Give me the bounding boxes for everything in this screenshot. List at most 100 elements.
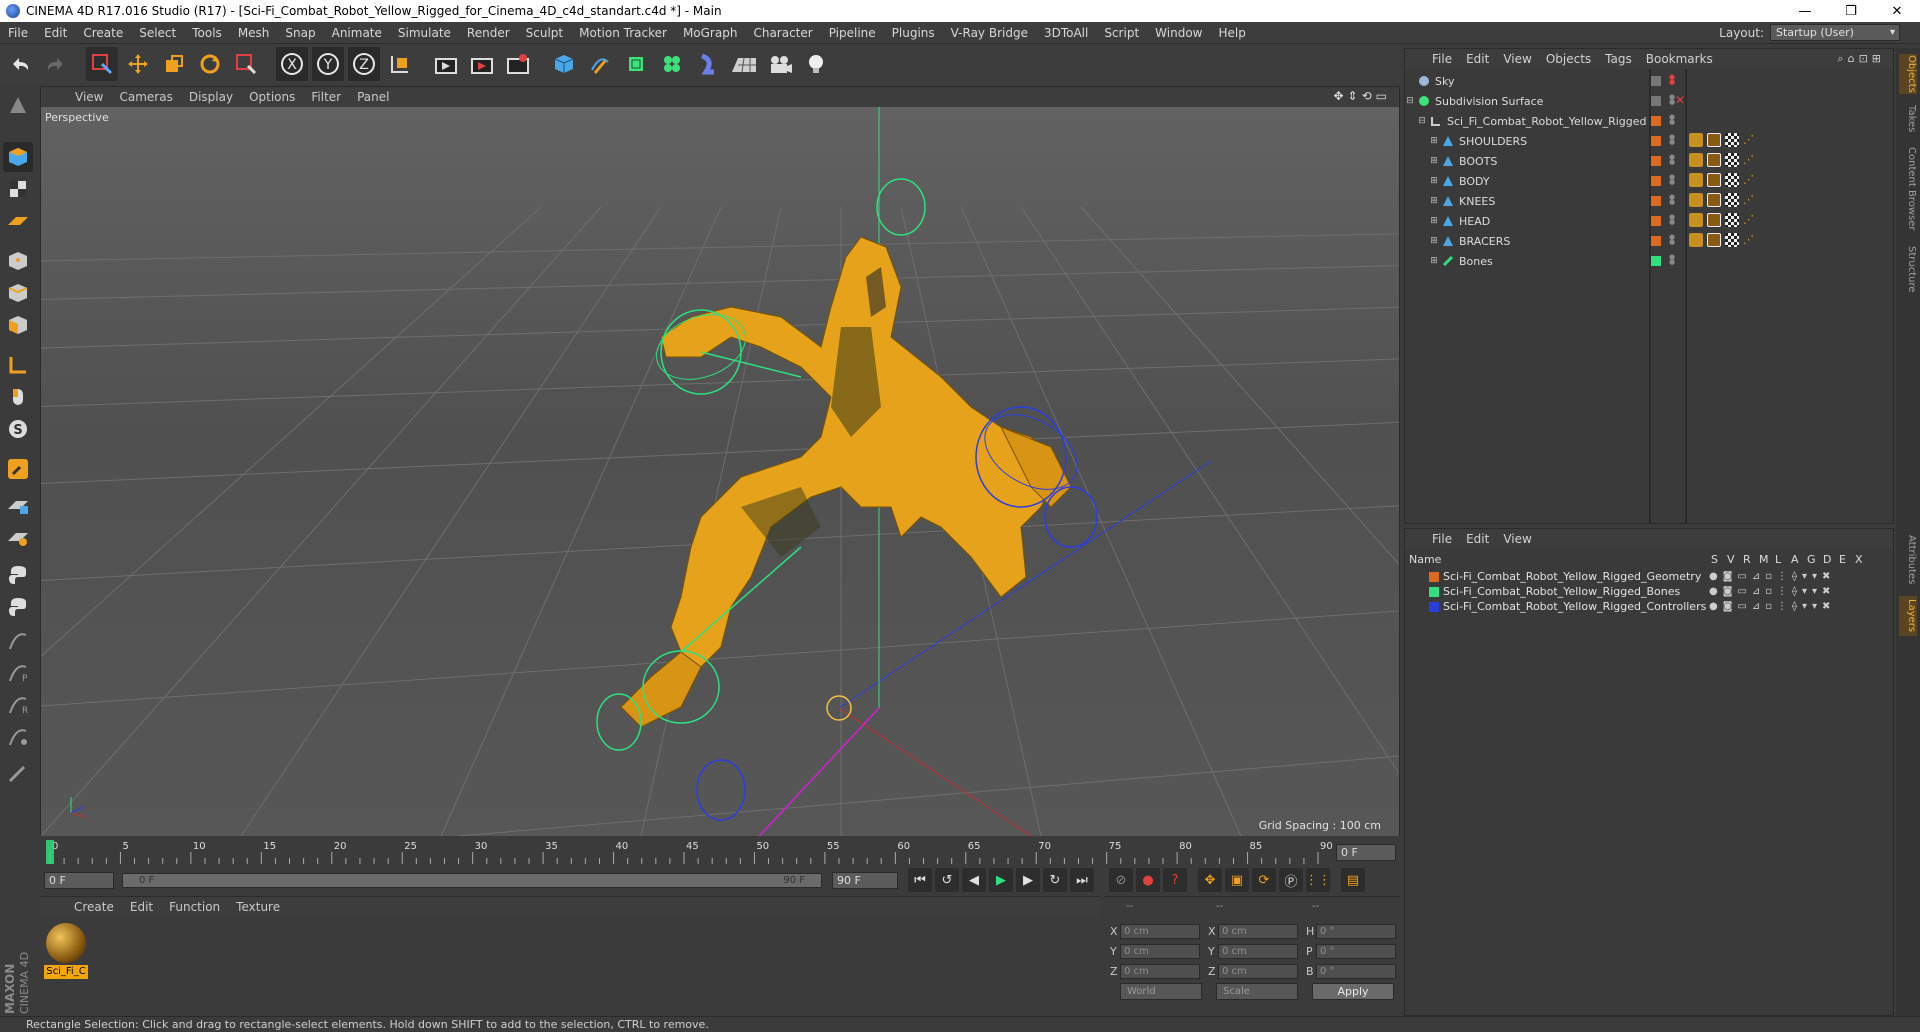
menu-select[interactable]: Select	[131, 26, 184, 40]
visibility-dots[interactable]: ● ●	[1669, 134, 1675, 146]
expand-icon[interactable]: ⊞	[1429, 176, 1439, 186]
play-icon[interactable]: ▶	[989, 868, 1013, 892]
timeline-ruler[interactable]: 0 5 10 15 20 25 30 35 40 45 50 55 60 65 70 75 80 85 90 0 F	[40, 838, 1400, 866]
goto-next-key-icon[interactable]: ↻	[1043, 868, 1067, 892]
layer-swatch[interactable]	[1651, 76, 1661, 86]
key-scale-icon[interactable]: ▣	[1225, 868, 1249, 892]
texture-tag-icon[interactable]	[1689, 153, 1703, 167]
object-row-shoulders[interactable]: ⊞ SHOULDERS	[1405, 131, 1649, 151]
rotate-icon[interactable]	[194, 47, 226, 81]
menu-window[interactable]: Window	[1147, 26, 1210, 40]
objects-menu-edit[interactable]: Edit	[1459, 52, 1496, 66]
layers-menu-file[interactable]: File	[1425, 532, 1459, 546]
scale-icon[interactable]	[158, 47, 190, 81]
timeline-window-icon[interactable]: ▤	[1341, 868, 1365, 892]
perspective-scene[interactable]	[41, 107, 1399, 836]
viewport-menu-display[interactable]: Display	[181, 90, 241, 104]
object-row-subdivision[interactable]: ⊟ Subdivision Surface	[1405, 91, 1649, 111]
texture-tag-icon[interactable]	[1689, 193, 1703, 207]
material-menu-function[interactable]: Function	[161, 900, 228, 914]
object-row-robot-root[interactable]: ⊟ Sci_Fi_Combat_Robot_Yellow_Rigged	[1405, 111, 1649, 131]
workplane-icon[interactable]	[3, 206, 33, 236]
material-tag-icon[interactable]	[1707, 173, 1721, 187]
size-x-field[interactable]: 0 cm	[1218, 923, 1298, 939]
record-keys-icon[interactable]: ⊘	[1109, 868, 1133, 892]
coordinate-system-icon[interactable]	[384, 47, 416, 81]
render-picture-viewer-icon[interactable]	[466, 47, 498, 81]
viewport-menu-options[interactable]: Options	[241, 90, 303, 104]
material-tag-icon[interactable]	[1707, 193, 1721, 207]
material-menu-texture[interactable]: Texture	[228, 900, 288, 914]
position-y-field[interactable]: 0 cm	[1120, 943, 1200, 959]
uvw-tag-icon[interactable]	[1725, 193, 1739, 207]
position-z-field[interactable]: 0 cm	[1120, 963, 1200, 979]
tab-attributes[interactable]: Attributes	[1899, 532, 1917, 588]
menu-3dtoall[interactable]: 3DToAll	[1036, 26, 1096, 40]
edit-render-settings-icon[interactable]	[502, 47, 534, 81]
key-pla-icon[interactable]: ⋮⋮	[1305, 868, 1331, 892]
layer-toggles[interactable]: ●◙▭⊿▫⋮⟠▾▾✖	[1709, 571, 1835, 582]
object-row-boots[interactable]: ⊞ BOOTS	[1405, 151, 1649, 171]
objects-menu-objects[interactable]: Objects	[1539, 52, 1598, 66]
tab-structure[interactable]: Structure	[1899, 244, 1917, 294]
layer-color-swatch[interactable]	[1429, 571, 1439, 582]
texture-mode-icon[interactable]	[3, 174, 33, 204]
close-button[interactable]: ✕	[1874, 0, 1920, 22]
material-tag-icon[interactable]	[1707, 213, 1721, 227]
points-mode-icon[interactable]	[3, 246, 33, 276]
goto-start-icon[interactable]: ⏮	[908, 868, 932, 892]
edges-mode-icon[interactable]	[3, 278, 33, 308]
objects-menu-bookmarks[interactable]: Bookmarks	[1639, 52, 1720, 66]
weight-tag-icon[interactable]: ⋰	[1743, 233, 1757, 247]
layer-swatch[interactable]	[1651, 116, 1661, 126]
layer-toggles[interactable]: ●◙▭⊿▫⋮⟠▾▾✖	[1709, 586, 1835, 597]
menu-animate[interactable]: Animate	[324, 26, 390, 40]
workplane-lock-icon[interactable]	[3, 490, 33, 520]
python-icon[interactable]	[3, 560, 33, 590]
menu-mesh[interactable]: Mesh	[230, 26, 278, 40]
keyframe-selection-icon[interactable]: ?	[1163, 868, 1187, 892]
viewport-menu-cameras[interactable]: Cameras	[111, 90, 180, 104]
start-frame-field[interactable]: 0 F	[44, 871, 114, 889]
goto-end-icon[interactable]: ⏭	[1070, 868, 1094, 892]
visibility-dots[interactable]: ● ●	[1669, 254, 1675, 266]
layer-swatch[interactable]	[1651, 96, 1661, 106]
current-frame-field[interactable]: 0 F	[1336, 844, 1396, 861]
position-x-field[interactable]: 0 cm	[1120, 923, 1200, 939]
viewport-canvas[interactable]: Perspective Grid Spacing : 100 cm	[41, 107, 1399, 836]
object-row-body[interactable]: ⊞ BODY	[1405, 171, 1649, 191]
size-z-field[interactable]: 0 cm	[1218, 963, 1298, 979]
expand-icon[interactable]: ⊞	[1429, 136, 1439, 146]
uvw-tag-icon[interactable]	[1725, 133, 1739, 147]
viewport-navigation-icons[interactable]: ✥⇕⟲▭	[1333, 89, 1391, 103]
layer-swatch[interactable]	[1651, 196, 1661, 206]
layer-swatch[interactable]	[1651, 236, 1661, 246]
redo-icon[interactable]	[40, 47, 72, 81]
menu-pipeline[interactable]: Pipeline	[821, 26, 884, 40]
menu-edit[interactable]: Edit	[36, 26, 75, 40]
subdivision-icon[interactable]	[620, 47, 652, 81]
tab-content-browser[interactable]: Content Browser	[1899, 144, 1917, 234]
menu-character[interactable]: Character	[745, 26, 820, 40]
texture-tag-icon[interactable]	[1689, 233, 1703, 247]
layer-swatch[interactable]	[1651, 216, 1661, 226]
layer-color-swatch[interactable]	[1429, 586, 1439, 597]
spline-tool-icon[interactable]	[3, 626, 33, 656]
goto-previous-key-icon[interactable]: ↺	[935, 868, 959, 892]
menu-render[interactable]: Render	[459, 26, 518, 40]
solo-icon[interactable]	[3, 522, 33, 552]
visibility-dots[interactable]: ● ●	[1669, 194, 1675, 206]
timeline-ticks[interactable]: 0 5 10 15 20 25 30 35 40 45 50 55 60 65 70 75 80 85 90	[40, 838, 1400, 866]
left-knee-controller[interactable]	[596, 693, 642, 751]
layer-row-bones[interactable]: Sci-Fi_Combat_Robot_Yellow_Rigged_Bones …	[1405, 584, 1893, 599]
robot-model[interactable]	[620, 236, 1072, 728]
expand-icon[interactable]: ⊞	[1429, 156, 1439, 166]
object-row-bracers[interactable]: ⊞ BRACERS	[1405, 231, 1649, 251]
expand-icon[interactable]: ⊞	[1429, 236, 1439, 246]
sketch-tool-icon[interactable]: R	[3, 690, 33, 720]
sculpt-tool-icon[interactable]	[3, 758, 33, 788]
viewport-menu-filter[interactable]: Filter	[303, 90, 349, 104]
layer-row-geometry[interactable]: Sci-Fi_Combat_Robot_Yellow_Rigged_Geomet…	[1405, 569, 1893, 584]
cloner-icon[interactable]	[656, 47, 688, 81]
weight-tag-icon[interactable]: ⋰	[1743, 153, 1757, 167]
